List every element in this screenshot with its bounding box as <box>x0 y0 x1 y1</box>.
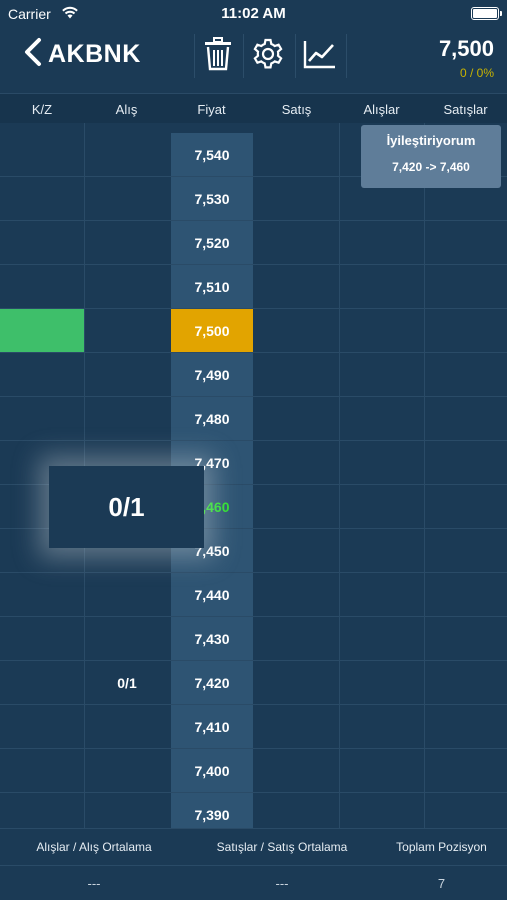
ask-cell[interactable] <box>254 661 339 704</box>
bid-cell[interactable] <box>85 749 169 792</box>
ladder-row: 0/1 7,420 <box>0 661 507 705</box>
pl-cell[interactable] <box>0 705 84 748</box>
footer-position-label: Toplam Pozisyon <box>396 840 487 854</box>
pl-cell[interactable] <box>0 617 84 660</box>
column-ask: Satış <box>281 102 312 117</box>
ask-cell[interactable] <box>254 749 339 792</box>
footer-sells-label: Satışlar / Satış Ortalama <box>216 840 348 854</box>
ladder-row: 7,400 <box>0 749 507 793</box>
chart-icon <box>303 39 337 74</box>
bid-cell[interactable] <box>85 353 169 396</box>
ask-cell[interactable] <box>254 441 339 484</box>
ask-cell[interactable] <box>254 793 339 828</box>
trash-icon <box>203 36 233 76</box>
price-cell[interactable]: 7,440 <box>170 573 254 616</box>
column-header: K/Z Alış Fiyat Satış Alışlar Satışlar <box>0 93 507 123</box>
price-cell[interactable]: 7,500 <box>170 309 254 352</box>
price-cell[interactable]: 7,400 <box>170 749 254 792</box>
symbol-title: AKBNK <box>48 39 141 68</box>
improve-range: 7,420 -> 7,460 <box>392 160 470 174</box>
bid-cell[interactable] <box>85 265 169 308</box>
price-change: 0 / 0% <box>459 66 494 80</box>
bid-cell[interactable] <box>85 573 169 616</box>
ask-cell[interactable] <box>254 133 339 176</box>
clock: 11:02 AM <box>221 5 286 22</box>
pl-cell[interactable] <box>0 309 84 352</box>
bid-cell[interactable] <box>85 397 169 440</box>
chart-button[interactable] <box>298 36 342 76</box>
ask-cell[interactable] <box>254 397 339 440</box>
pl-cell[interactable] <box>0 221 84 264</box>
ladder-row: 7,490 <box>0 353 507 397</box>
price-cell[interactable]: 7,530 <box>170 177 254 220</box>
ask-cell[interactable] <box>254 353 339 396</box>
price-cell[interactable]: 7,420 <box>170 661 254 704</box>
ask-cell[interactable] <box>254 529 339 572</box>
ask-cell[interactable] <box>254 617 339 660</box>
price-cell[interactable]: 7,390 <box>170 793 254 828</box>
ask-cell[interactable] <box>254 177 339 220</box>
pl-cell[interactable] <box>0 177 84 220</box>
pl-cell[interactable] <box>0 353 84 396</box>
pl-cell[interactable] <box>0 661 84 704</box>
back-button[interactable]: AKBNK <box>22 36 141 72</box>
price-cell[interactable]: 7,520 <box>170 221 254 264</box>
ladder-row: 7,410 <box>0 705 507 749</box>
ask-cell[interactable] <box>254 265 339 308</box>
pl-cell[interactable] <box>0 793 84 828</box>
ask-cell[interactable] <box>254 573 339 616</box>
ask-cell[interactable] <box>254 485 339 528</box>
bid-cell[interactable] <box>85 793 169 828</box>
ladder-row: 7,500 <box>0 309 507 353</box>
bid-cell[interactable] <box>85 133 169 176</box>
column-sells: Satışlar <box>443 102 488 117</box>
pl-cell[interactable] <box>0 397 84 440</box>
improve-order-tooltip[interactable]: İyileştiriyorum 7,420 -> 7,460 <box>361 125 501 188</box>
improve-title: İyileştiriyorum <box>386 133 476 148</box>
settings-button[interactable] <box>246 36 290 76</box>
bid-cell[interactable] <box>85 221 169 264</box>
bid-cell[interactable] <box>85 309 169 352</box>
quantity-popup[interactable]: 0/1 <box>49 466 204 548</box>
chevron-left-icon <box>22 37 44 72</box>
ladder-row: 7,520 <box>0 221 507 265</box>
ladder-row: 7,440 <box>0 573 507 617</box>
summary-footer: Alışlar / Alış Ortalama Satışlar / Satış… <box>0 828 507 900</box>
ask-cell[interactable] <box>254 309 339 352</box>
price-cell[interactable]: 7,430 <box>170 617 254 660</box>
bid-cell[interactable]: 0/1 <box>85 661 169 704</box>
last-price: 7,500 <box>438 36 494 61</box>
pl-cell[interactable] <box>0 573 84 616</box>
column-bid: Alış <box>115 102 138 117</box>
ladder-row: 7,390 <box>0 793 507 828</box>
price-cell[interactable]: 7,410 <box>170 705 254 748</box>
pl-cell[interactable] <box>0 265 84 308</box>
gear-icon <box>251 37 285 76</box>
pl-cell[interactable] <box>0 749 84 792</box>
footer-buys-value: --- <box>87 876 101 891</box>
column-pl: K/Z <box>31 102 53 117</box>
column-buys: Alışlar <box>363 102 400 117</box>
footer-sells-value: --- <box>275 876 289 891</box>
ask-cell[interactable] <box>254 221 339 264</box>
bid-cell[interactable] <box>85 705 169 748</box>
battery-icon <box>471 7 502 20</box>
ladder-row: 7,430 <box>0 617 507 661</box>
ask-cell[interactable] <box>254 705 339 748</box>
status-bar: Carrier 11:02 AM <box>0 0 507 28</box>
column-price: Fiyat <box>197 102 226 117</box>
pl-cell[interactable] <box>0 133 84 176</box>
ladder-row: 7,480 <box>0 397 507 441</box>
delete-button[interactable] <box>196 36 240 76</box>
footer-buys-label: Alışlar / Alış Ortalama <box>36 840 152 854</box>
price-cell[interactable]: 7,490 <box>170 353 254 396</box>
bid-cell[interactable] <box>85 617 169 660</box>
price-cell[interactable]: 7,480 <box>170 397 254 440</box>
footer-position-value: 7 <box>437 876 446 891</box>
price-cell[interactable]: 7,540 <box>170 133 254 176</box>
nav-bar: AKBNK 7,500 0 / 0% <box>0 28 507 92</box>
ladder-row: 7,510 <box>0 265 507 309</box>
bid-cell[interactable] <box>85 177 169 220</box>
price-cell[interactable]: 7,510 <box>170 265 254 308</box>
